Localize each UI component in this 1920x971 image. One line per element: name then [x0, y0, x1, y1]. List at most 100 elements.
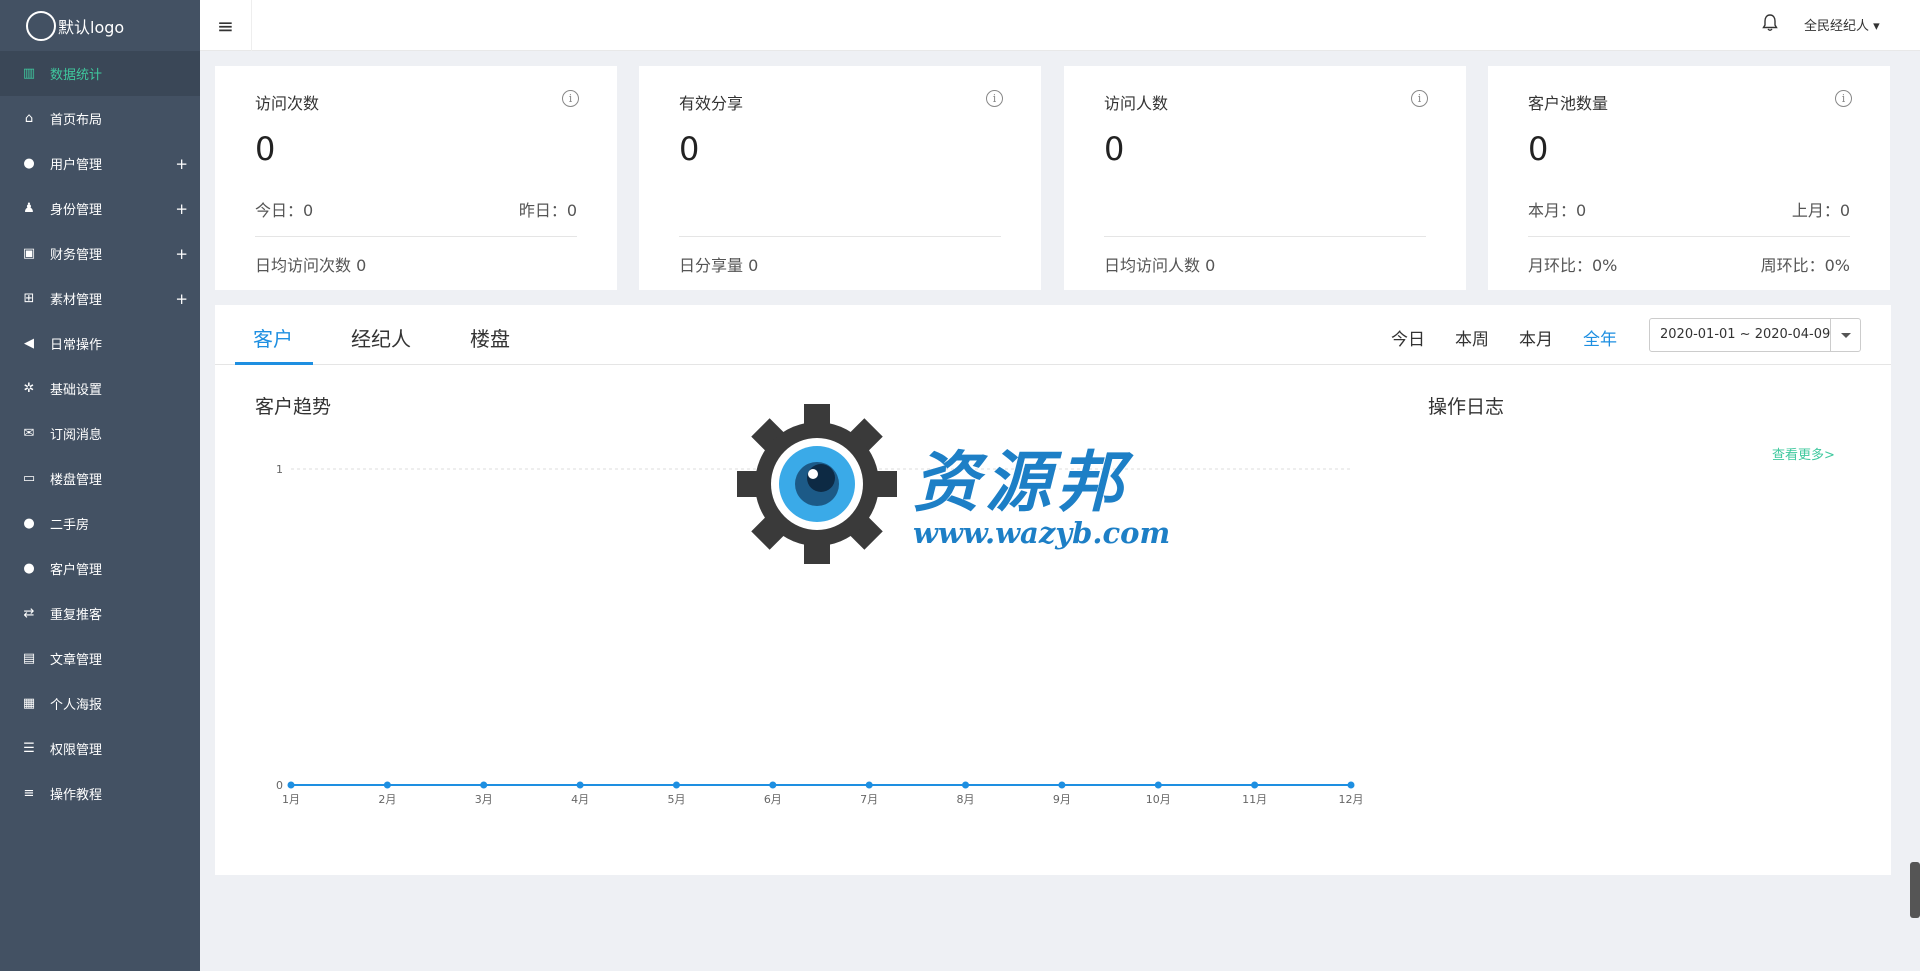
sidebar-item-14[interactable]: ▦ 个人海报 [0, 681, 200, 726]
y-tick-label: 0 [276, 779, 283, 792]
money-icon: ▣ [22, 246, 36, 261]
sidebar-item-1[interactable]: ⌂ 首页布局 [0, 96, 200, 141]
sidebar-item-label: 订阅消息 [50, 428, 103, 443]
tab-0[interactable]: 客户 [253, 323, 293, 352]
card-divider [1104, 236, 1426, 237]
x-tick-label: 1月 [282, 793, 300, 806]
sidebar-item-0[interactable]: ▥ 数据统计 [0, 51, 200, 96]
customer-trend-title: 客户趋势 [255, 396, 332, 418]
sidebar-item-9[interactable]: ▭ 楼盘管理 [0, 456, 200, 501]
data-point [1251, 781, 1259, 789]
expand-plus-icon[interactable]: + [175, 155, 188, 173]
caret-down-icon[interactable] [1830, 319, 1860, 351]
x-tick-label: 5月 [667, 793, 685, 806]
sidebar-item-label: 日常操作 [50, 338, 103, 353]
sidebar-item-6[interactable]: ◀ 日常操作 [0, 321, 200, 366]
card-value: 0 [1104, 130, 1125, 168]
expand-plus-icon[interactable]: + [175, 245, 188, 263]
tab-2[interactable]: 楼盘 [470, 323, 510, 352]
card-bottom-left: 日均访问人数 0 [1104, 256, 1216, 275]
data-point [576, 781, 584, 789]
stat-card-2: 访问人数 i 0 日均访问人数 0 [1064, 66, 1466, 290]
x-tick-label: 4月 [571, 793, 589, 806]
menu-toggle-icon[interactable]: ≡ [200, 0, 252, 51]
data-point [962, 781, 970, 789]
card-value: 0 [1528, 130, 1549, 168]
expand-plus-icon[interactable]: + [175, 290, 188, 308]
sidebar-item-4[interactable]: ▣ 财务管理 + [0, 231, 200, 276]
list-indent-icon: ☰ [23, 741, 35, 756]
sidebar-item-label: 权限管理 [50, 743, 103, 758]
qrcode-icon: ▦ [22, 696, 36, 711]
sidebar-item-label: 重复推客 [50, 608, 103, 623]
info-icon[interactable]: i [562, 90, 579, 107]
data-point [769, 781, 777, 789]
tabs-bar: 客户 经纪人 楼盘 今日 本周 本月 全年 2020-01-01 ~ 2020-04-09 [215, 305, 1891, 365]
card-sub-right: 上月：0 [1791, 201, 1850, 220]
logo-circle-icon [26, 10, 56, 41]
sidebar-item-label: 楼盘管理 [50, 473, 103, 488]
card-value: 0 [255, 130, 276, 168]
x-tick-label: 9月 [1053, 793, 1071, 806]
operation-log-title: 操作日志 [1428, 396, 1505, 418]
sidebar-item-2[interactable]: ● 用户管理 + [0, 141, 200, 186]
sidebar-item-15[interactable]: ☰ 权限管理 [0, 726, 200, 771]
card-divider [1528, 236, 1850, 237]
date-range-select[interactable]: 2020-01-01 ~ 2020-04-09 [1649, 318, 1861, 352]
card-bottom-left: 日均访问次数 0 [255, 256, 367, 275]
active-tab-underline [235, 362, 313, 365]
info-icon[interactable]: i [1835, 90, 1852, 107]
date-range-value: 2020-01-01 ~ 2020-04-09 [1660, 327, 1831, 342]
range-3[interactable]: 全年 [1583, 325, 1617, 350]
gears-icon: ✲ [23, 381, 35, 396]
info-icon[interactable]: i [1411, 90, 1428, 107]
sidebar-item-12[interactable]: ⇄ 重复推客 [0, 591, 200, 636]
sidebar-item-10[interactable]: ● 二手房 [0, 501, 200, 546]
range-0[interactable]: 今日 [1391, 325, 1425, 350]
data-point [383, 781, 391, 789]
expand-plus-icon[interactable]: + [175, 200, 188, 218]
sidebar-item-label: 个人海报 [50, 698, 103, 713]
tab-1[interactable]: 经纪人 [351, 323, 411, 352]
sidebar-item-label: 文章管理 [50, 653, 103, 668]
person-icon: ♟ [23, 201, 35, 216]
sitemap-icon: ⊞ [23, 291, 35, 306]
card-sub-left: 今日：0 [255, 201, 314, 220]
sidebar-item-7[interactable]: ✲ 基础设置 [0, 366, 200, 411]
data-point [1154, 781, 1162, 789]
sidebar-item-label: 客户管理 [50, 563, 103, 578]
sidebar-item-13[interactable]: ▤ 文章管理 [0, 636, 200, 681]
sidebar-item-label: 财务管理 [50, 248, 103, 263]
range-1[interactable]: 本周 [1455, 325, 1489, 350]
bar-chart-icon: ▥ [22, 66, 36, 81]
x-tick-label: 10月 [1146, 793, 1171, 806]
data-point [1058, 781, 1066, 789]
sidebar-item-11[interactable]: ● 客户管理 [0, 546, 200, 591]
logo-text: 默认logo [58, 17, 125, 37]
data-point [1347, 781, 1355, 789]
sidebar-item-label: 二手房 [50, 518, 90, 533]
sidebar-item-16[interactable]: ≡ 操作教程 [0, 771, 200, 816]
range-2[interactable]: 本月 [1519, 325, 1553, 350]
sidebar-item-3[interactable]: ♟ 身份管理 + [0, 186, 200, 231]
data-point [287, 781, 295, 789]
card-title: 有效分享 [679, 94, 744, 113]
stat-card-0: 访问次数 i 0 今日：0 昨日：0 日均访问次数 0 [215, 66, 617, 290]
card-title: 客户池数量 [1528, 94, 1609, 113]
gear-logo-icon [737, 404, 897, 564]
sidebar-item-5[interactable]: ⊞ 素材管理 + [0, 276, 200, 321]
sidebar-item-8[interactable]: ✉ 订阅消息 [0, 411, 200, 456]
scroll-handle[interactable] [1910, 862, 1920, 918]
user-menu[interactable]: 全民经纪人 ▾ [1804, 15, 1880, 34]
customer-icon: ● [23, 561, 35, 576]
logo[interactable]: 默认logo [0, 0, 200, 51]
x-tick-label: 6月 [764, 793, 782, 806]
bell-icon[interactable] [1762, 14, 1778, 37]
bullhorn-icon: ◀ [24, 336, 34, 351]
x-tick-label: 11月 [1242, 793, 1267, 806]
card-title: 访问次数 [255, 94, 320, 113]
view-more-link[interactable]: 查看更多> [1772, 444, 1835, 463]
apple-icon: ● [23, 516, 35, 531]
card-divider [679, 236, 1001, 237]
info-icon[interactable]: i [986, 90, 1003, 107]
